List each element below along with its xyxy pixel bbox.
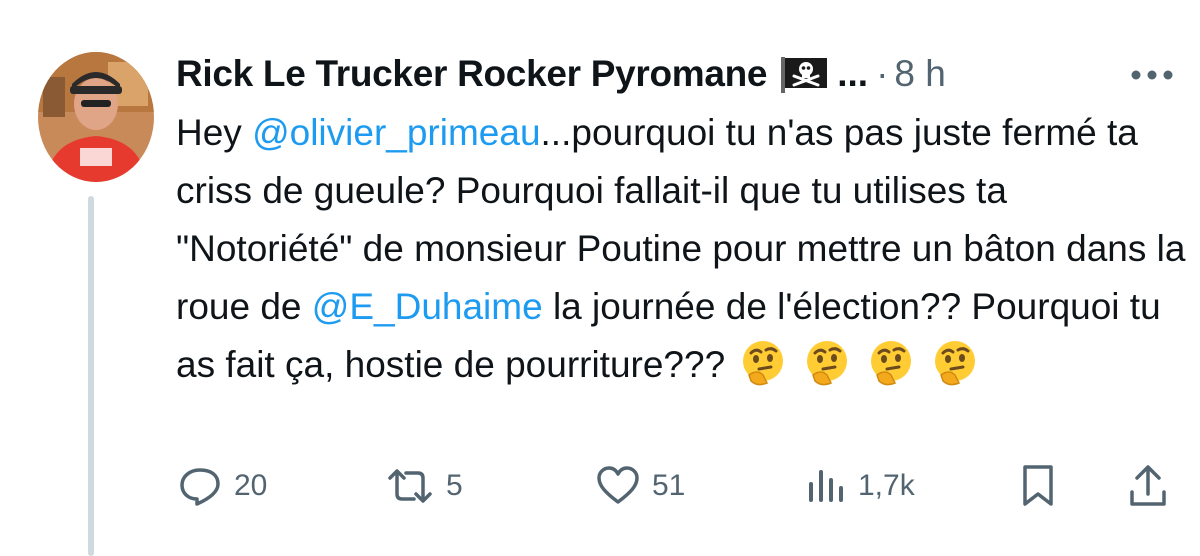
reply-count: 20	[234, 469, 268, 502]
thinking-face-emoji	[871, 341, 912, 386]
avatar[interactable]	[38, 52, 154, 182]
views-icon	[809, 470, 843, 502]
post-header: Rick Le Trucker Rocker Pyromane ... · 8 …	[176, 48, 946, 100]
thinking-face-emoji	[743, 341, 784, 386]
action-bar: 20 5 51 1,7k	[0, 458, 1200, 514]
pirate-flag-icon	[779, 55, 829, 93]
post-text-part1: Hey	[176, 112, 253, 153]
repost-icon	[388, 469, 432, 503]
post-text: Hey @olivier_primeau...pourquoi tu n'as …	[176, 104, 1186, 394]
views-count: 1,7k	[858, 469, 915, 502]
reply-button[interactable]: 20	[178, 458, 267, 514]
name-truncation: ...	[837, 53, 869, 94]
separator-dot: ·	[876, 53, 889, 94]
bookmark-icon	[1023, 465, 1053, 506]
reply-icon	[180, 468, 220, 506]
share-button[interactable]	[1128, 458, 1168, 514]
author-name[interactable]: Rick Le Trucker Rocker Pyromane	[176, 53, 768, 95]
bookmark-button[interactable]	[1020, 458, 1056, 514]
repost-button[interactable]: 5	[386, 458, 463, 514]
timestamp[interactable]: 8 h	[894, 53, 945, 95]
mention-e-duhaime[interactable]: @E_Duhaime	[312, 286, 543, 327]
heart-icon	[597, 466, 639, 504]
emoji-row	[739, 339, 979, 387]
share-icon	[1130, 465, 1166, 506]
more-button[interactable]	[1130, 60, 1174, 90]
more-dots-icon	[1131, 70, 1173, 80]
thinking-face-emoji	[807, 341, 848, 386]
like-count: 51	[652, 469, 686, 502]
thinking-face-emoji	[935, 341, 976, 386]
repost-count: 5	[446, 469, 463, 502]
views-button[interactable]: 1,7k	[806, 458, 915, 514]
like-button[interactable]: 51	[596, 458, 685, 514]
mention-olivier-primeau[interactable]: @olivier_primeau	[252, 112, 540, 153]
